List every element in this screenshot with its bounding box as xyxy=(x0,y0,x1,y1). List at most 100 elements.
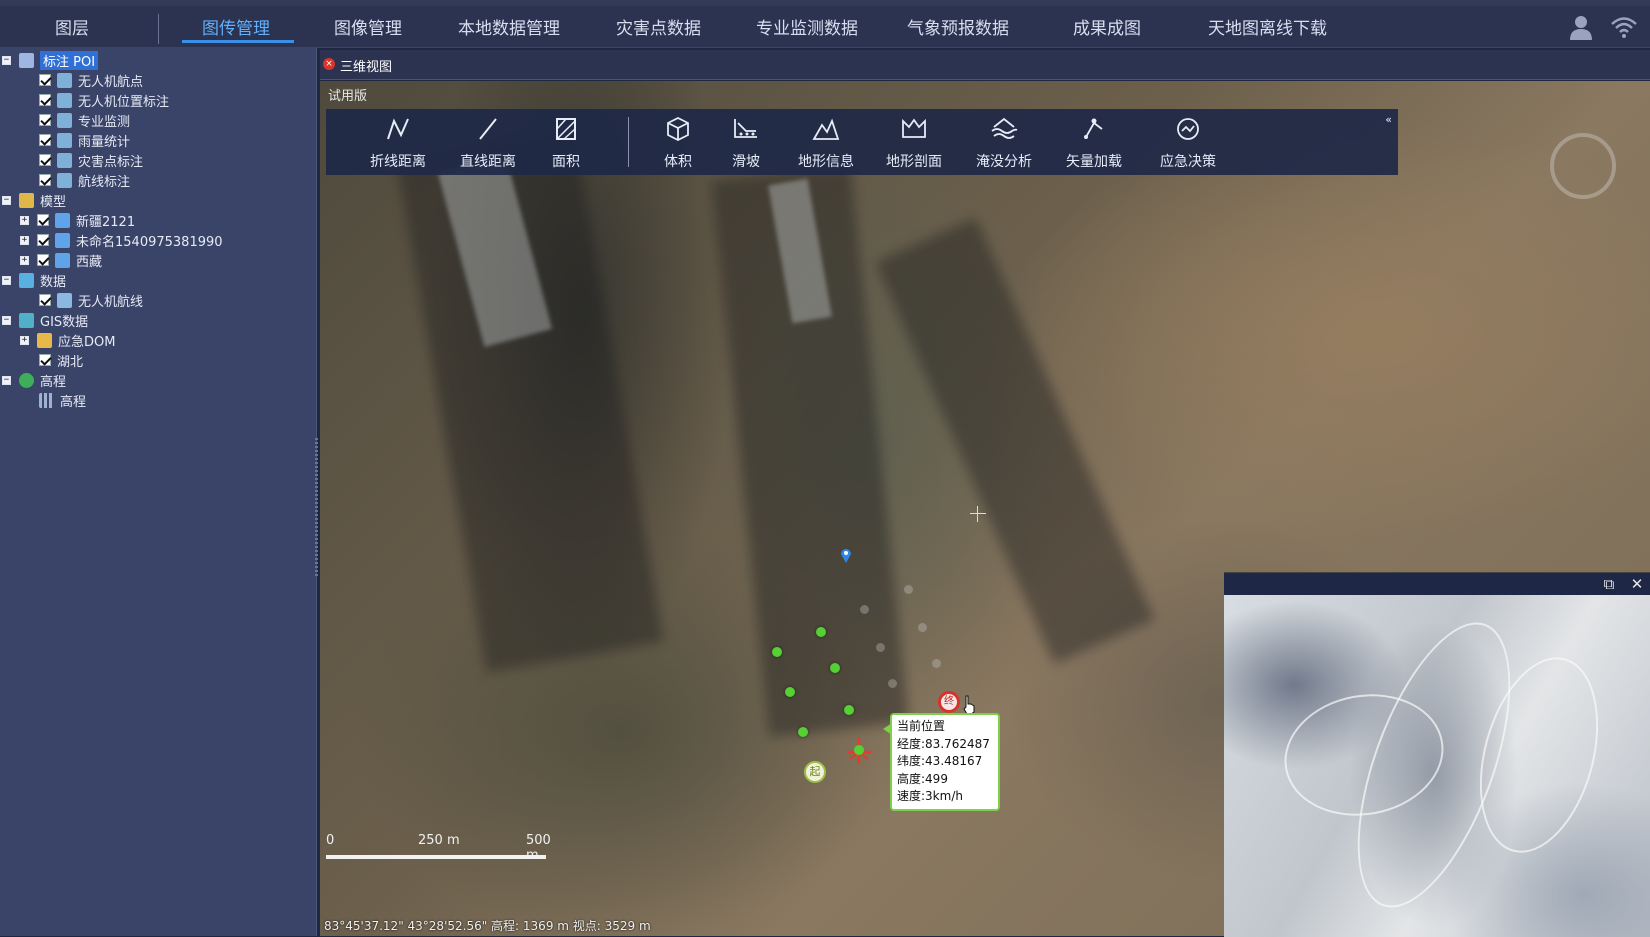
tree-item-label: 高程 xyxy=(60,394,87,410)
planned-waypoint xyxy=(904,585,913,594)
tree-item[interactable]: 湖北 xyxy=(39,350,83,370)
tree-item[interactable]: 灾害点标注 xyxy=(39,150,143,170)
route-waypoint[interactable] xyxy=(785,687,795,697)
tool-polyline-distance[interactable]: 折线距离 xyxy=(358,109,438,175)
route-waypoint[interactable] xyxy=(830,663,840,673)
panel-splitter[interactable] xyxy=(315,438,318,578)
collapse-icon[interactable]: − xyxy=(2,55,11,65)
secondary-map-canvas[interactable] xyxy=(1224,595,1650,937)
tree-group-label: 高程 xyxy=(40,374,67,390)
planned-waypoint xyxy=(860,605,869,614)
tool-vector-load[interactable]: 矢量加载 xyxy=(1054,109,1134,175)
nav-active-indicator xyxy=(182,40,294,43)
tool-flood-analysis[interactable]: 淹没分析 xyxy=(964,109,1044,175)
tree-group-gis[interactable]: − GIS数据 xyxy=(2,310,88,330)
scale-label-zero: 0 xyxy=(326,833,335,848)
tree-item[interactable]: 无人机位置标注 xyxy=(39,90,169,110)
nav-results-map[interactable]: 成果成图 xyxy=(1073,14,1141,39)
nav-local-data[interactable]: 本地数据管理 xyxy=(458,14,560,39)
expand-icon[interactable]: + xyxy=(20,235,29,245)
tool-emergency-decision[interactable]: 应急决策 xyxy=(1148,109,1228,175)
nav-weather-forecast[interactable]: 气象预报数据 xyxy=(907,14,1009,39)
route-waypoint[interactable] xyxy=(844,705,854,715)
tree-item[interactable]: 无人机航点 xyxy=(39,70,143,90)
nav-image-management[interactable]: 图像管理 xyxy=(334,14,402,39)
tree-item[interactable]: + 西藏 xyxy=(20,250,102,270)
landslide-icon xyxy=(734,119,757,138)
toolbar-collapse-icon[interactable]: « xyxy=(1385,113,1392,126)
model-layer-icon xyxy=(55,212,70,228)
layer-checkbox[interactable] xyxy=(39,114,51,126)
tree-item[interactable]: 专业监测 xyxy=(39,110,130,130)
layer-checkbox[interactable] xyxy=(39,154,51,166)
layer-checkbox[interactable] xyxy=(39,354,51,366)
expand-icon[interactable]: + xyxy=(20,215,29,225)
tree-group-models[interactable]: − 模型 xyxy=(2,190,66,210)
nav-image-transmission[interactable]: 图传管理 xyxy=(202,14,270,39)
secondary-view-window[interactable]: ⧉ ✕ xyxy=(1224,572,1650,937)
route-waypoint[interactable] xyxy=(816,627,826,637)
tool-label: 矢量加载 xyxy=(1066,154,1122,170)
nav-monitoring-data[interactable]: 专业监测数据 xyxy=(756,14,858,39)
tree-item[interactable]: + 新疆2121 xyxy=(20,210,135,230)
planned-waypoint xyxy=(918,623,927,632)
collapse-icon[interactable]: − xyxy=(2,315,11,325)
tool-terrain-profile[interactable]: 地形剖面 xyxy=(874,109,954,175)
tree-group-label: GIS数据 xyxy=(40,314,89,330)
layer-checkbox[interactable] xyxy=(37,214,49,226)
collapse-icon[interactable]: − xyxy=(2,195,11,205)
model-layer-icon xyxy=(55,252,70,268)
scale-bar: 0 250 m 500 m xyxy=(326,833,551,863)
tree-group-label[interactable]: 标注 POI xyxy=(40,50,99,70)
tool-landslide[interactable]: 滑坡 xyxy=(706,109,786,175)
tree-item[interactable]: 无人机航线 xyxy=(39,290,143,310)
poi-folder-icon xyxy=(19,52,34,68)
layer-checkbox[interactable] xyxy=(39,94,51,106)
end-marker[interactable]: 终 xyxy=(938,691,960,713)
tree-group-data[interactable]: − 数据 xyxy=(2,270,66,290)
tree-item[interactable]: + 应急DOM xyxy=(20,330,115,350)
view-tab-bar: × 三维视图 xyxy=(320,50,1650,80)
drone-icon[interactable] xyxy=(844,735,874,765)
nav-tianditu-download[interactable]: 天地图离线下载 xyxy=(1208,14,1327,39)
tool-terrain-info[interactable]: 地形信息 xyxy=(786,109,866,175)
toolbar-divider xyxy=(628,117,629,167)
layer-checkbox[interactable] xyxy=(37,234,49,246)
tooltip-speed: 速度:3km/h xyxy=(897,789,963,803)
tree-item[interactable]: 高程 xyxy=(39,390,86,410)
tree-group-elevation[interactable]: − 高程 xyxy=(2,370,66,390)
layer-checkbox[interactable] xyxy=(37,254,49,266)
route-waypoint[interactable] xyxy=(772,647,782,657)
layer-checkbox[interactable] xyxy=(39,74,51,86)
model-layer-icon xyxy=(55,232,70,248)
tab-close-icon[interactable]: × xyxy=(323,58,335,70)
collapse-icon[interactable]: − xyxy=(2,375,11,385)
compass-icon[interactable] xyxy=(1550,133,1616,199)
close-window-icon[interactable]: ✕ xyxy=(1628,575,1646,593)
tree-item[interactable]: 雨量统计 xyxy=(39,130,130,150)
tree-item-label: 专业监测 xyxy=(78,114,131,130)
layer-checkbox[interactable] xyxy=(39,174,51,186)
layer-checkbox[interactable] xyxy=(39,134,51,146)
restore-window-icon[interactable]: ⧉ xyxy=(1600,575,1618,593)
start-marker[interactable]: 起 xyxy=(804,761,826,783)
user-icon[interactable] xyxy=(1568,14,1594,40)
expand-icon[interactable]: + xyxy=(20,255,29,265)
expand-icon[interactable]: + xyxy=(20,335,29,345)
location-pin-icon[interactable] xyxy=(840,547,852,563)
nav-layers[interactable]: 图层 xyxy=(55,14,89,39)
tree-item[interactable]: 航线标注 xyxy=(39,170,130,190)
tree-group-poi[interactable]: − 标注 POI xyxy=(2,50,99,70)
layer-checkbox[interactable] xyxy=(39,294,51,306)
tool-line-distance[interactable]: 直线距离 xyxy=(448,109,528,175)
nav-disaster-points[interactable]: 灾害点数据 xyxy=(616,14,701,39)
tree-item[interactable]: + 未命名1540975381990 xyxy=(20,230,223,250)
tool-area[interactable]: 面积 xyxy=(526,109,606,175)
collapse-icon[interactable]: − xyxy=(2,275,11,285)
annotation-icon xyxy=(57,132,72,148)
route-waypoint[interactable] xyxy=(798,727,808,737)
terrain-shadow xyxy=(396,129,664,673)
flood-icon xyxy=(991,117,1018,139)
tree-item-label: 新疆2121 xyxy=(76,214,136,230)
tab-title[interactable]: 三维视图 xyxy=(340,56,392,75)
